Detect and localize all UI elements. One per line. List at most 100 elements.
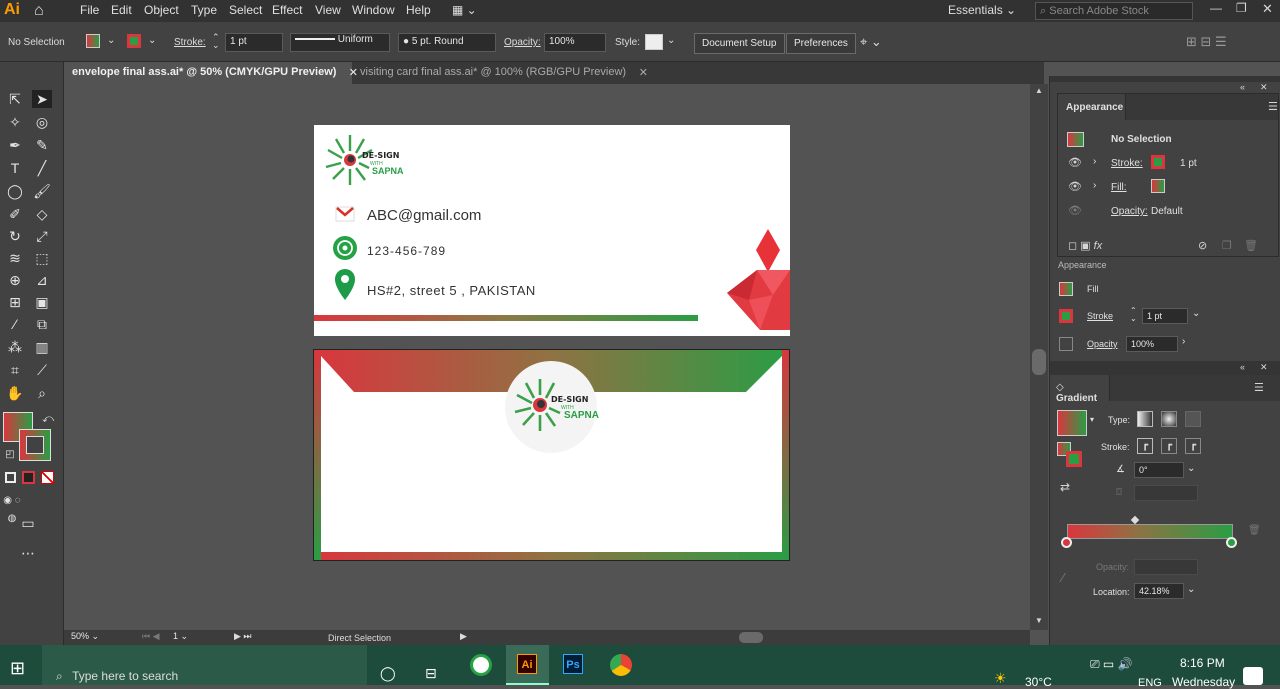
width-tool-icon[interactable]: ≋ bbox=[5, 249, 25, 267]
line-tool-icon[interactable]: ╱ bbox=[32, 159, 52, 177]
ellipse-tool-icon[interactable]: ◯ bbox=[5, 182, 25, 200]
props-opacity-arrow-icon[interactable]: › bbox=[1182, 336, 1185, 347]
appearance-fill-swatch[interactable] bbox=[1151, 179, 1165, 193]
props-opacity-input[interactable]: 100% bbox=[1126, 336, 1178, 352]
panel-options-icon[interactable]: ⊞ ⊟ ☰ bbox=[1186, 34, 1227, 50]
clear-appearance-icon[interactable]: ⊘ bbox=[1198, 239, 1207, 252]
envelope-artboard[interactable]: DE-SIGN WITH SAPNA bbox=[313, 349, 790, 561]
weather-icon[interactable]: ☀ bbox=[994, 670, 1007, 687]
widgets-icon[interactable]: ⊟ bbox=[425, 665, 437, 682]
graphic-style-swatch[interactable] bbox=[645, 34, 663, 50]
menu-type[interactable]: Type bbox=[191, 3, 217, 17]
arrange-documents-icon[interactable]: ▦ ⌄ bbox=[452, 3, 477, 17]
photoshop-app-icon[interactable]: Ps bbox=[563, 654, 583, 674]
props-stroke-dropdown-icon[interactable]: ⌄ bbox=[1192, 308, 1200, 319]
column-graph-icon[interactable]: ▥ bbox=[32, 338, 52, 356]
opacity-input[interactable]: 100% bbox=[544, 33, 606, 52]
appearance-stroke-swatch[interactable] bbox=[1151, 155, 1165, 169]
weather-temp[interactable]: 30°C bbox=[1025, 675, 1052, 689]
gradient-location-input[interactable]: 42.18% bbox=[1134, 583, 1184, 599]
clock-time[interactable]: 8:16 PM bbox=[1180, 656, 1225, 670]
visiting-card-artboard[interactable]: DE-SIGN WITH SAPNA ABC@gmail.com 123-456… bbox=[314, 125, 790, 336]
close-tab-icon[interactable]: ✕ bbox=[639, 66, 648, 79]
language-indicator[interactable]: ENG bbox=[1138, 677, 1162, 689]
props-stroke-stepper-icon[interactable]: ⌃ ⌄ bbox=[1130, 307, 1137, 323]
gradient-menu-icon[interactable]: ☰ bbox=[1254, 381, 1264, 394]
close-window-button[interactable]: ✕ bbox=[1262, 1, 1273, 17]
blend-tool-icon[interactable]: ⧉ bbox=[32, 315, 52, 333]
fill-swatch[interactable] bbox=[86, 34, 100, 48]
scroll-thumb[interactable] bbox=[1032, 349, 1046, 375]
gradient-thumbnail[interactable] bbox=[1057, 410, 1087, 436]
mesh-tool-icon[interactable]: ⊞ bbox=[5, 293, 25, 311]
whatsapp-app-icon[interactable] bbox=[470, 654, 492, 676]
radial-gradient-button[interactable] bbox=[1161, 411, 1177, 427]
shape-builder-icon[interactable]: ⊕ bbox=[5, 271, 25, 289]
close-panels-icon[interactable]: ✕ bbox=[1260, 82, 1268, 93]
symbol-sprayer-icon[interactable]: ⁂ bbox=[5, 338, 25, 356]
stroke-within-button[interactable]: ┏ bbox=[1137, 438, 1153, 454]
clock-day[interactable]: Wednesday bbox=[1172, 675, 1235, 689]
gradient-stroke-swatch[interactable] bbox=[1066, 451, 1082, 467]
appearance-opacity-label[interactable]: Opacity: bbox=[1111, 206, 1148, 217]
visibility-eye-dim-icon[interactable]: 👁 bbox=[1068, 204, 1082, 217]
magic-wand-icon[interactable]: ✧ bbox=[5, 113, 25, 131]
tab-appearance[interactable]: Appearance bbox=[1058, 94, 1126, 120]
appearance-stroke-label[interactable]: Stroke: bbox=[1111, 158, 1143, 169]
menu-file[interactable]: File bbox=[80, 3, 99, 17]
workspace-switcher[interactable]: Essentials ⌄ bbox=[948, 3, 1016, 17]
taskbar-search[interactable]: ⌕ Type here to search bbox=[42, 645, 367, 685]
brush-definition[interactable]: ● 5 pt. Round bbox=[398, 33, 496, 52]
opacity-label[interactable]: Opacity: bbox=[504, 37, 541, 48]
variable-width-profile[interactable]: Uniform bbox=[290, 33, 390, 52]
more-tools-icon[interactable]: ⋯ bbox=[18, 544, 38, 562]
direct-selection-tool-icon[interactable]: ➤ bbox=[32, 90, 52, 108]
delete-stop-icon[interactable]: 🗑 bbox=[1248, 525, 1261, 536]
menu-object[interactable]: Object bbox=[144, 3, 179, 17]
artboard-nav-next-icon[interactable]: ▶ ⏭ bbox=[234, 631, 252, 642]
restore-button[interactable]: ❐ bbox=[1236, 1, 1247, 15]
tab-visiting-card[interactable]: visiting card final ass.ai* @ 100% (RGB/… bbox=[352, 62, 650, 84]
props-stroke-input[interactable]: 1 pt bbox=[1142, 308, 1188, 324]
horizontal-scroll-thumb[interactable] bbox=[739, 632, 763, 643]
zoom-tool-icon[interactable]: ⌕ bbox=[32, 384, 52, 402]
delete-item-icon[interactable]: 🗑 bbox=[1244, 239, 1258, 252]
tab-gradient[interactable]: ◇ Gradient bbox=[1050, 375, 1110, 404]
duplicate-item-icon[interactable]: ❐ bbox=[1222, 239, 1232, 252]
chrome-app-icon[interactable] bbox=[610, 654, 632, 676]
menu-view[interactable]: View bbox=[315, 3, 341, 17]
linear-gradient-button[interactable] bbox=[1137, 411, 1153, 427]
props-fill-swatch[interactable] bbox=[1059, 282, 1073, 296]
selection-tool-icon[interactable]: ⇱ bbox=[5, 90, 25, 108]
gradient-eyedropper-icon[interactable]: ⁄ bbox=[1062, 570, 1064, 585]
status-menu-icon[interactable]: ▶ bbox=[460, 631, 467, 642]
props-opacity-label[interactable]: Opacity bbox=[1087, 339, 1118, 349]
illustrator-app-icon[interactable]: Ai bbox=[506, 645, 549, 685]
color-mode-button[interactable] bbox=[5, 472, 16, 483]
paintbrush-icon[interactable]: 🖌 bbox=[32, 182, 52, 200]
system-tray-icons[interactable]: ⎚ ▭ 🔊 bbox=[1090, 657, 1133, 672]
swap-colors-icon[interactable]: ⤺ bbox=[38, 410, 58, 428]
menu-edit[interactable]: Edit bbox=[111, 3, 132, 17]
visibility-eye-icon[interactable]: 👁 bbox=[1068, 156, 1082, 169]
style-dropdown-icon[interactable]: ⌄ bbox=[667, 35, 675, 46]
lasso-icon[interactable]: ◎ bbox=[32, 113, 52, 131]
props-opacity-icon[interactable] bbox=[1059, 337, 1073, 351]
document-setup-button[interactable]: Document Setup bbox=[694, 33, 785, 54]
slice-tool-icon[interactable]: ⟋ bbox=[32, 361, 52, 379]
stroke-stepper-icon[interactable]: ⌃ ⌄ bbox=[212, 33, 220, 50]
props-stroke-label[interactable]: Stroke bbox=[1087, 311, 1113, 321]
scale-tool-icon[interactable]: ⤢ bbox=[32, 227, 52, 245]
type-tool-icon[interactable]: T bbox=[5, 159, 25, 177]
visibility-eye-icon[interactable]: 👁 bbox=[1068, 180, 1082, 193]
align-icon[interactable]: ⌖ ⌄ bbox=[860, 34, 882, 50]
stroke-color-box[interactable] bbox=[19, 429, 51, 461]
menu-select[interactable]: Select bbox=[229, 3, 262, 17]
appearance-fill-label[interactable]: Fill: bbox=[1111, 182, 1127, 193]
collapse-panels-icon[interactable]: « bbox=[1240, 82, 1245, 92]
zoom-select[interactable]: 50% ⌄ bbox=[68, 631, 132, 644]
expand-stroke-icon[interactable]: › bbox=[1093, 156, 1096, 167]
eyedropper-icon[interactable]: ⁄ bbox=[5, 315, 25, 333]
stroke-label[interactable]: Stroke: bbox=[174, 37, 206, 48]
panel-menu-icon[interactable]: ☰ bbox=[1268, 100, 1278, 113]
